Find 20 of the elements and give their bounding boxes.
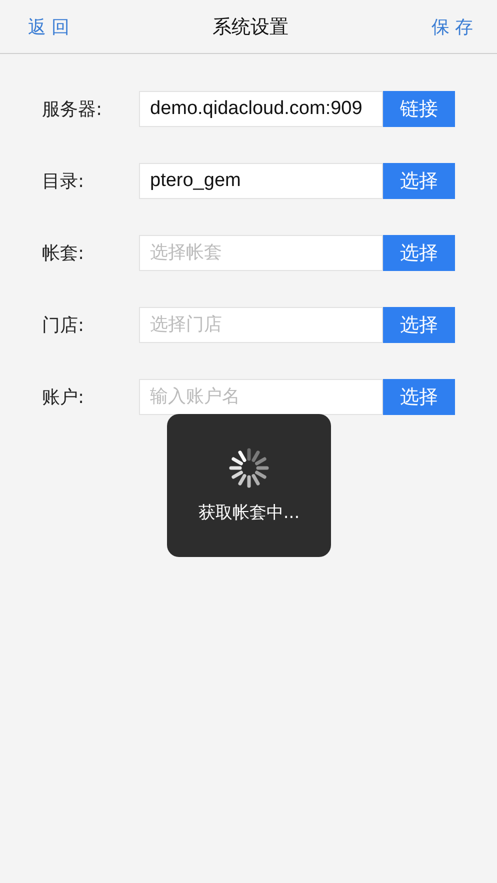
select-button[interactable]: 选择	[383, 163, 455, 199]
back-button[interactable]: 返 回	[26, 12, 72, 40]
select-button[interactable]: 选择	[383, 307, 455, 343]
input-field[interactable]: ptero_gem	[139, 163, 383, 199]
select-button[interactable]: 选择	[383, 379, 455, 415]
loading-text: 获取帐套中...	[198, 502, 300, 524]
input-field[interactable]: 选择门店	[139, 307, 383, 343]
field-label: 服务器:	[41, 98, 104, 121]
spinner-icon	[228, 447, 270, 489]
select-button[interactable]: 选择	[383, 235, 455, 271]
field-label: 目录:	[41, 170, 86, 193]
input-field[interactable]: 输入账户名	[139, 379, 383, 415]
field-label: 账户:	[41, 386, 86, 409]
select-button[interactable]: 链接	[383, 91, 455, 127]
input-field[interactable]: 选择帐套	[139, 235, 383, 271]
field-label: 门店:	[41, 314, 86, 337]
page-title: 系统设置	[212, 14, 288, 40]
input-field[interactable]: demo.qidacloud.com:909	[139, 91, 383, 127]
field-label: 帐套:	[41, 242, 86, 265]
save-button[interactable]: 保 存	[429, 12, 475, 40]
